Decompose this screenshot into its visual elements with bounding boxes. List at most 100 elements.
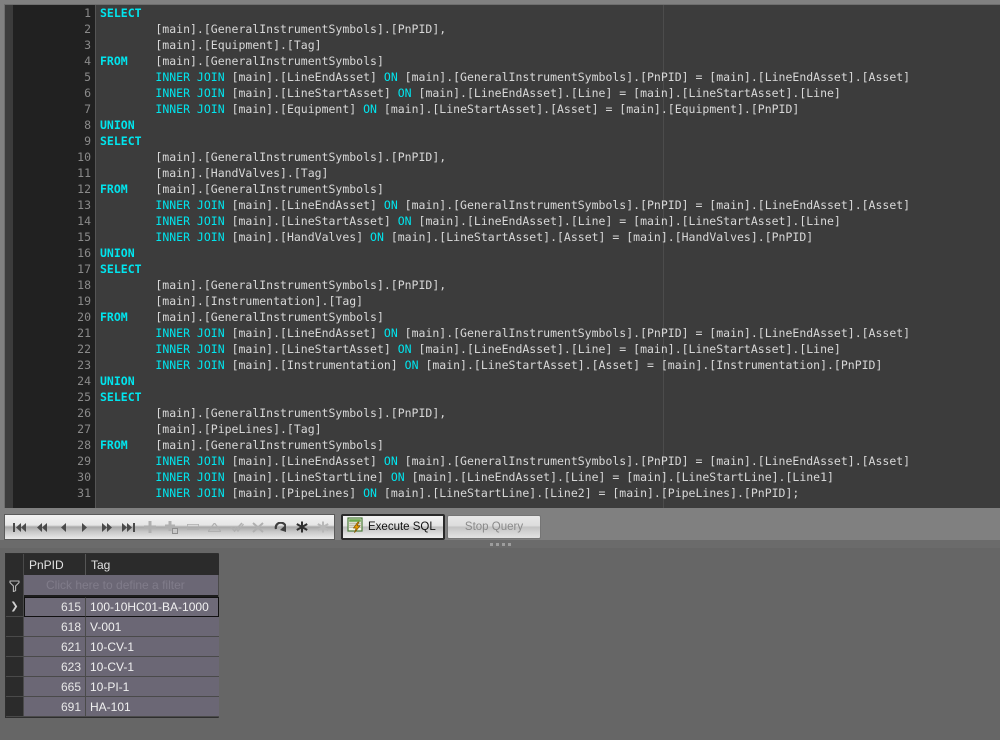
cell-pnpid[interactable]: 623 [24,657,86,677]
line-number: 25 [77,390,91,404]
code-text: INNER JOIN [main].[LineEndAsset] ON [mai… [155,326,911,340]
cell-tag[interactable]: 100-10HC01-BA-1000 [86,597,219,617]
sql-editor[interactable]: 1 SELECT 2 [main].[GeneralInstrumentSymbol… [4,4,1000,508]
apply-updates-button[interactable] [291,516,313,538]
plus-copy-icon [165,520,179,534]
delete-record-button[interactable] [182,516,204,538]
query-results-grid[interactable]: PnPID Tag Click here to define a filter … [5,553,219,718]
code-text: [main].[GeneralInstrumentSymbols].[PnPID… [100,406,447,420]
code-line: 1 SELECT [5,5,1000,21]
refresh-button[interactable] [269,516,291,538]
grid-body[interactable]: ❯ 615 100-10HC01-BA-1000 618 V-001 621 10-CV-1… [6,597,219,717]
row-indicator-cell[interactable] [6,637,24,657]
code-line: 16 UNION [5,245,1000,261]
cell-tag[interactable]: 10-CV-1 [86,637,219,657]
column-header-pnpid[interactable]: PnPID [24,554,86,575]
code-text: [main].[GeneralInstrumentSymbols].[PnPID… [100,150,447,164]
code-text: [main].[Equipment].[Tag] [100,38,322,52]
row-indicator-cell[interactable] [6,697,24,717]
cancel-updates-button[interactable] [312,516,334,538]
cell-pnpid[interactable]: 615 [24,597,86,617]
line-number: 6 [84,86,91,100]
record-navigator-toolbar[interactable] [4,514,335,540]
row-indicator-cell[interactable] [6,617,24,637]
code-text: FROM [main].[GeneralInstrumentSymbols] [100,438,384,452]
last-record-button[interactable] [117,516,139,538]
line-number: 9 [84,134,91,148]
code-text: INNER JOIN [main].[Instrumentation] ON [… [155,358,883,372]
table-row[interactable]: ❯ 615 100-10HC01-BA-1000 [6,597,219,617]
check-icon [229,521,244,533]
code-text: INNER JOIN [main].[PipeLines] ON [main].… [155,486,800,500]
code-text: UNION [100,118,135,132]
code-text: UNION [100,246,135,260]
code-line: 12 FROM [main].[GeneralInstrumentSymbols] [5,181,1000,197]
column-header-tag[interactable]: Tag [86,554,219,575]
line-number: 27 [77,422,91,436]
line-number: 5 [84,70,91,84]
cell-tag[interactable]: 10-CV-1 [86,657,219,677]
cell-pnpid[interactable]: 618 [24,617,86,637]
code-line: 25 SELECT [5,389,1000,405]
line-number: 4 [84,54,91,68]
next-page-icon [101,522,113,533]
last-record-icon [121,522,135,533]
line-number: 19 [77,294,91,308]
line-number: 12 [77,182,91,196]
table-row[interactable]: 691 HA-101 [6,697,219,717]
code-line: 10 [main].[GeneralInstrumentSymbols].[Pn… [5,149,1000,165]
code-text: [main].[GeneralInstrumentSymbols].[PnPID… [100,22,447,36]
code-line: 7 INNER JOIN [main].[Equipment] ON [main… [5,101,1000,117]
cell-pnpid[interactable]: 665 [24,677,86,697]
table-row[interactable]: 665 10-PI-1 [6,677,219,697]
row-indicator-cell[interactable]: ❯ [6,597,24,617]
code-text: [main].[Instrumentation].[Tag] [100,294,364,308]
next-record-button[interactable] [74,516,96,538]
edit-record-button[interactable] [204,516,226,538]
cell-pnpid[interactable]: 691 [24,697,86,717]
prior-page-button[interactable] [31,516,53,538]
code-line: 2 [main].[GeneralInstrumentSymbols].[PnP… [5,21,1000,37]
grid-filter-row[interactable]: Click here to define a filter [6,575,218,597]
line-number: 11 [77,166,91,180]
cell-pnpid[interactable]: 621 [24,637,86,657]
plus-icon [143,521,156,533]
row-indicator-cell[interactable] [6,657,24,677]
table-row[interactable]: 618 V-001 [6,617,219,637]
first-record-button[interactable] [9,516,31,538]
code-text: SELECT [100,134,142,148]
table-row[interactable]: 623 10-CV-1 [6,657,219,677]
execute-sql-button[interactable]: Execute SQL [341,514,445,540]
code-text: INNER JOIN [main].[LineEndAsset] ON [mai… [155,454,911,468]
next-page-button[interactable] [96,516,118,538]
current-row-arrow-icon: ❯ [10,600,19,612]
copy-record-button[interactable] [161,516,183,538]
panel-splitter[interactable] [0,540,1000,548]
line-number: 23 [77,358,91,372]
cell-tag[interactable]: 10-PI-1 [86,677,219,697]
code-line: 24 UNION [5,373,1000,389]
stop-query-button[interactable]: Stop Query [447,515,541,539]
code-text: SELECT [100,6,142,20]
table-row[interactable]: 621 10-CV-1 [6,637,219,657]
line-number: 28 [77,438,91,452]
execute-sql-icon [347,516,364,538]
prior-record-button[interactable] [52,516,74,538]
code-line: 5 INNER JOIN [main].[LineEndAsset] ON [m… [5,69,1000,85]
grid-header-row: PnPID Tag [6,554,219,575]
code-line: 18 [main].[GeneralInstrumentSymbols].[Pn… [5,277,1000,293]
line-number: 30 [77,470,91,484]
cell-tag[interactable]: HA-101 [86,697,219,717]
code-line: 23 INNER JOIN [main].[Instrumentation] O… [5,357,1000,373]
insert-record-button[interactable] [139,516,161,538]
code-text: FROM [main].[GeneralInstrumentSymbols] [100,54,384,68]
post-edit-button[interactable] [226,516,248,538]
row-indicator-cell[interactable] [6,677,24,697]
line-number: 21 [77,326,91,340]
filter-placeholder-text[interactable]: Click here to define a filter [24,575,218,597]
line-number: 2 [84,22,91,36]
line-number: 13 [77,198,91,212]
cell-tag[interactable]: V-001 [86,617,219,637]
cancel-edit-button[interactable] [247,516,269,538]
sql-code-area[interactable]: 1 SELECT 2 [main].[GeneralInstrumentSymbol… [5,5,1000,508]
